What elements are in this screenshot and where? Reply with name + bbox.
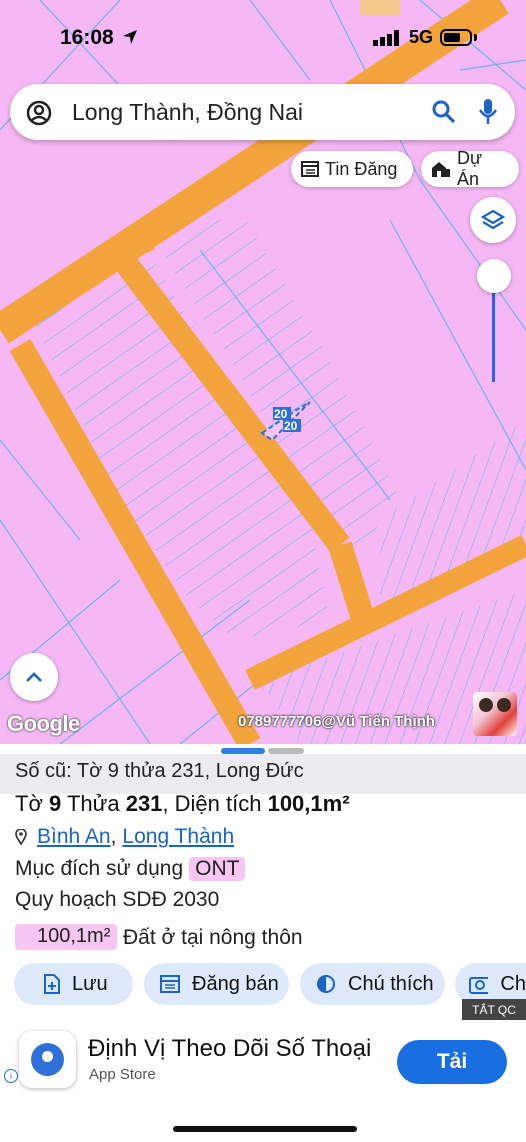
legend-label: Chú thích — [348, 972, 434, 995]
sheet-number: 9 — [48, 791, 62, 816]
legend-button[interactable]: Chú thích — [300, 963, 445, 1005]
chevron-up-icon — [26, 672, 42, 682]
map-credit: 0789777706@Vũ Tiến Thịnh — [238, 713, 435, 730]
contrast-icon — [317, 975, 335, 993]
opacity-slider-handle[interactable] — [477, 259, 511, 293]
home-indicator — [173, 1126, 357, 1132]
battery-icon — [440, 29, 472, 46]
plan-label: Quy hoạch SDĐ 2030 — [15, 888, 220, 911]
author-avatar[interactable] — [473, 692, 517, 736]
layers-icon — [481, 209, 505, 230]
layers-button[interactable] — [470, 197, 516, 243]
expand-sheet-button[interactable] — [10, 653, 58, 701]
parcel-summary: Tờ 9 Thửa 231, Diện tích 100,1m² — [15, 791, 350, 816]
add-document-icon — [44, 974, 60, 994]
account-icon[interactable] — [26, 100, 52, 126]
old-record-text: Số cũ: Tờ 9 thửa 231, Long Đức — [15, 760, 304, 782]
purpose-code-badge: ONT — [189, 857, 246, 881]
area-description: Đất ở tại nông thôn — [123, 926, 303, 949]
post-sale-button[interactable]: Đăng bán — [144, 963, 289, 1005]
old-record-row: Số cũ: Tờ 9 thửa 231, Long Đức — [0, 754, 526, 794]
status-time: 16:08 — [60, 26, 114, 49]
search-icon[interactable] — [432, 100, 456, 124]
camera-icon — [469, 977, 489, 994]
area-badge: 100,1m² — [15, 924, 117, 950]
opacity-slider-track[interactable] — [492, 285, 495, 382]
ad-banner[interactable]: i Định Vị Theo Dõi Số Thoại App Store Tả… — [0, 1021, 526, 1095]
battery-cap — [474, 34, 477, 41]
location-row: Bình An, Long Thành — [15, 825, 234, 849]
building-icon — [432, 162, 450, 177]
parcel-info-sheet: Số cũ: Tờ 9 thửa 231, Long Đức Tờ 9 Thửa… — [0, 744, 526, 1142]
photo-label: Ch — [500, 972, 526, 995]
ad-info-icon[interactable]: i — [4, 1069, 18, 1083]
listing-icon — [160, 975, 180, 993]
tin-dang-button[interactable]: Tin Đăng — [291, 151, 413, 187]
du-an-button[interactable]: Dự Án — [421, 148, 519, 189]
close-ad-button[interactable]: TẮT QC — [462, 999, 526, 1020]
save-label: Lưu — [72, 972, 108, 995]
signal-icon — [373, 30, 399, 46]
parcel-area: 100,1m² — [267, 791, 350, 816]
status-bar: 16:08 5G — [0, 0, 526, 70]
tin-dang-label: Tin Đăng — [325, 158, 398, 179]
google-logo: Google — [7, 711, 80, 736]
district-link[interactable]: Long Thành — [122, 825, 234, 849]
du-an-label: Dự Án — [456, 148, 483, 189]
ward-link[interactable]: Bình An — [37, 825, 111, 849]
land-purpose-row: Mục đích sử dụng ONT — [15, 857, 246, 881]
ad-store: App Store — [89, 1066, 156, 1083]
sheet-handle-active[interactable] — [221, 748, 265, 754]
save-button[interactable]: Lưu — [14, 963, 133, 1005]
listing-icon — [301, 161, 319, 177]
search-input[interactable]: Long Thành, Đồng Nai — [72, 99, 303, 126]
sheet-handle-inactive[interactable] — [268, 748, 304, 754]
app-icon[interactable] — [19, 1031, 76, 1088]
install-button[interactable]: Tải — [397, 1040, 507, 1084]
map-pin-icon — [15, 829, 27, 845]
search-bar[interactable]: Long Thành, Đồng Nai — [10, 84, 515, 140]
ad-title[interactable]: Định Vị Theo Dõi Số Thoại — [88, 1035, 371, 1063]
location-arrow-icon — [123, 30, 137, 44]
post-sale-label: Đăng bán — [192, 972, 279, 995]
parcel-number: 231 — [125, 791, 163, 816]
parcel-label-2: 20 — [284, 419, 298, 433]
microphone-icon[interactable] — [478, 98, 498, 126]
network-type: 5G — [409, 27, 434, 47]
